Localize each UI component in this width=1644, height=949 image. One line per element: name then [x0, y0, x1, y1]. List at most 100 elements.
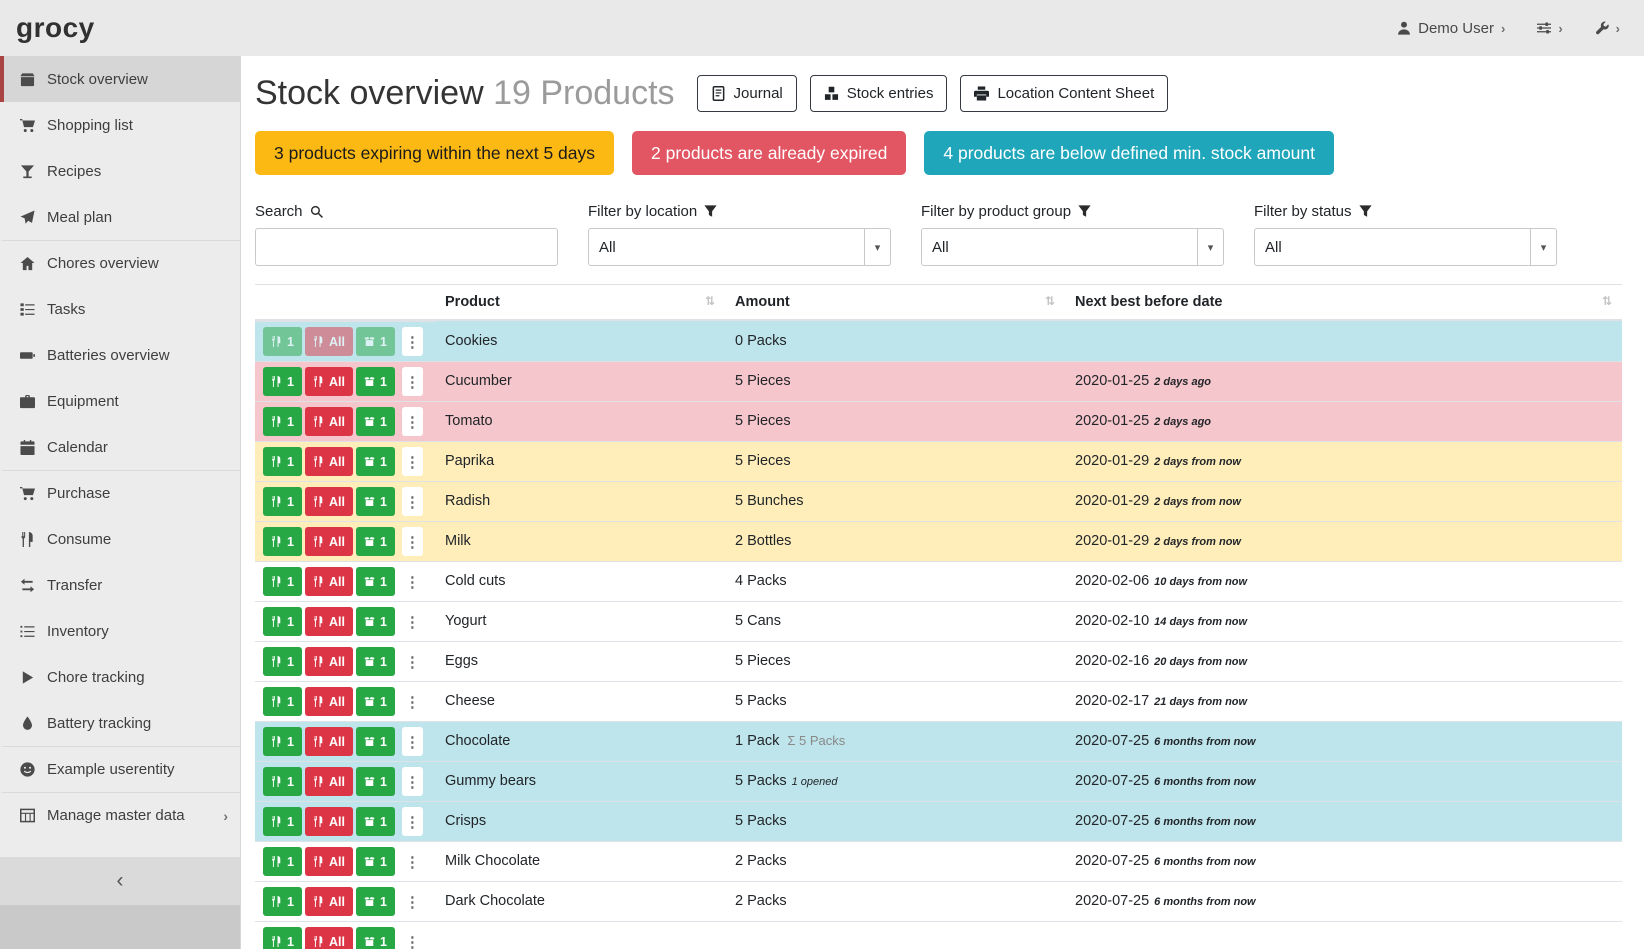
row-menu-button[interactable]: ⋮	[402, 607, 423, 636]
sidebar-item-consume[interactable]: Consume	[0, 516, 240, 562]
open-one-button[interactable]: 1	[356, 407, 395, 436]
open-one-button[interactable]: 1	[356, 807, 395, 836]
open-one-button[interactable]: 1	[356, 487, 395, 516]
below-min-alert[interactable]: 4 products are below defined min. stock …	[924, 131, 1334, 175]
consume-one-button[interactable]: 1	[263, 607, 302, 636]
sidebar-item-calendar[interactable]: Calendar	[0, 424, 240, 470]
sidebar-item-stock-overview[interactable]: Stock overview	[0, 56, 240, 102]
open-one-button[interactable]: 1	[356, 767, 395, 796]
consume-all-button[interactable]: All	[305, 807, 353, 836]
consume-one-button[interactable]: 1	[263, 527, 302, 556]
sort-icon[interactable]: ⇅	[1602, 294, 1612, 308]
row-menu-button[interactable]: ⋮	[402, 887, 423, 916]
row-menu-button[interactable]: ⋮	[402, 487, 423, 516]
sidebar-item-chores-overview[interactable]: Chores overview	[0, 240, 240, 286]
open-one-button[interactable]: 1	[356, 687, 395, 716]
consume-all-button[interactable]: All	[305, 887, 353, 916]
journal-button[interactable]: Journal	[697, 75, 797, 112]
consume-one-button[interactable]: 1	[263, 847, 302, 876]
filter-by-product-group-select[interactable]: All ▾	[921, 228, 1224, 266]
consume-one-button[interactable]: 1	[263, 447, 302, 476]
consume-one-button[interactable]: 1	[263, 367, 302, 396]
column-next-best-before-date[interactable]: Next best before date⇅	[1065, 285, 1622, 321]
open-one-button[interactable]: 1	[356, 367, 395, 396]
filter-by-location-select[interactable]: All ▾	[588, 228, 891, 266]
consume-one-button[interactable]: 1	[263, 887, 302, 916]
consume-one-button[interactable]: 1	[263, 687, 302, 716]
settings-menu[interactable]: ›	[1537, 21, 1562, 36]
consume-all-button[interactable]: All	[305, 567, 353, 596]
open-one-button[interactable]: 1	[356, 607, 395, 636]
open-one-button[interactable]: 1	[356, 727, 395, 756]
row-menu-button[interactable]: ⋮	[402, 447, 423, 476]
row-menu-button[interactable]: ⋮	[402, 367, 423, 396]
open-one-button[interactable]: 1	[356, 567, 395, 596]
consume-all-button[interactable]: All	[305, 687, 353, 716]
sidebar-item-tasks[interactable]: Tasks	[0, 286, 240, 332]
consume-all-button[interactable]: All	[305, 927, 353, 949]
row-menu-button[interactable]: ⋮	[402, 767, 423, 796]
sort-icon[interactable]: ⇅	[705, 294, 715, 308]
sidebar-item-purchase[interactable]: Purchase	[0, 470, 240, 516]
consume-all-button[interactable]: All	[305, 407, 353, 436]
expired-alert[interactable]: 2 products are already expired	[632, 131, 906, 175]
consume-all-button[interactable]: All	[305, 847, 353, 876]
row-menu-button[interactable]: ⋮	[402, 807, 423, 836]
admin-menu[interactable]: ›	[1595, 21, 1620, 36]
open-one-button[interactable]: 1	[356, 887, 395, 916]
sidebar-item-meal-plan[interactable]: Meal plan	[0, 194, 240, 240]
sidebar-item-battery-tracking[interactable]: Battery tracking	[0, 700, 240, 746]
sidebar-collapse-button[interactable]: ‹	[0, 857, 240, 905]
consume-all-button[interactable]: All	[305, 727, 353, 756]
sidebar-item-transfer[interactable]: Transfer	[0, 562, 240, 608]
consume-one-button[interactable]: 1	[263, 407, 302, 436]
location-content-sheet-button[interactable]: Location Content Sheet	[960, 75, 1168, 112]
sidebar-item-batteries-overview[interactable]: Batteries overview	[0, 332, 240, 378]
row-menu-button[interactable]: ⋮	[402, 727, 423, 756]
column-product[interactable]: Product⇅	[435, 285, 725, 321]
sidebar-item-example-userentity[interactable]: Example userentity	[0, 746, 240, 792]
consume-one-button[interactable]: 1	[263, 927, 302, 949]
column-amount[interactable]: Amount⇅	[725, 285, 1065, 321]
sidebar-item-equipment[interactable]: Equipment	[0, 378, 240, 424]
consume-all-button[interactable]: All	[305, 767, 353, 796]
row-menu-button[interactable]: ⋮	[402, 647, 423, 676]
user-menu[interactable]: Demo User›	[1397, 20, 1505, 37]
search-input[interactable]	[255, 228, 558, 266]
row-menu-button[interactable]: ⋮	[402, 927, 423, 949]
row-menu-button[interactable]: ⋮	[402, 847, 423, 876]
consume-one-button[interactable]: 1	[263, 487, 302, 516]
row-menu-button[interactable]: ⋮	[402, 407, 423, 436]
consume-one-button[interactable]: 1	[263, 567, 302, 596]
consume-one-button[interactable]: 1	[263, 327, 302, 356]
filter-by-status-select[interactable]: All ▾	[1254, 228, 1557, 266]
consume-all-button[interactable]: All	[305, 487, 353, 516]
expiring-alert[interactable]: 3 products expiring within the next 5 da…	[255, 131, 614, 175]
open-one-button[interactable]: 1	[356, 527, 395, 556]
sort-icon[interactable]: ⇅	[1045, 294, 1055, 308]
consume-all-button[interactable]: All	[305, 527, 353, 556]
consume-all-button[interactable]: All	[305, 447, 353, 476]
row-menu-button[interactable]: ⋮	[402, 527, 423, 556]
sidebar-item-shopping-list[interactable]: Shopping list	[0, 102, 240, 148]
open-one-button[interactable]: 1	[356, 327, 395, 356]
consume-all-button[interactable]: All	[305, 327, 353, 356]
stock-entries-button[interactable]: Stock entries	[810, 75, 948, 112]
sidebar-item-manage-master-data[interactable]: Manage master data›	[0, 792, 240, 838]
row-menu-button[interactable]: ⋮	[402, 687, 423, 716]
sidebar-item-recipes[interactable]: Recipes	[0, 148, 240, 194]
consume-all-button[interactable]: All	[305, 647, 353, 676]
consume-all-button[interactable]: All	[305, 367, 353, 396]
open-one-button[interactable]: 1	[356, 927, 395, 949]
consume-one-button[interactable]: 1	[263, 727, 302, 756]
consume-one-button[interactable]: 1	[263, 767, 302, 796]
sidebar-item-chore-tracking[interactable]: Chore tracking	[0, 654, 240, 700]
open-one-button[interactable]: 1	[356, 447, 395, 476]
sidebar-item-inventory[interactable]: Inventory	[0, 608, 240, 654]
row-menu-button[interactable]: ⋮	[402, 567, 423, 596]
consume-one-button[interactable]: 1	[263, 807, 302, 836]
open-one-button[interactable]: 1	[356, 647, 395, 676]
consume-all-button[interactable]: All	[305, 607, 353, 636]
row-menu-button[interactable]: ⋮	[402, 327, 423, 356]
consume-one-button[interactable]: 1	[263, 647, 302, 676]
